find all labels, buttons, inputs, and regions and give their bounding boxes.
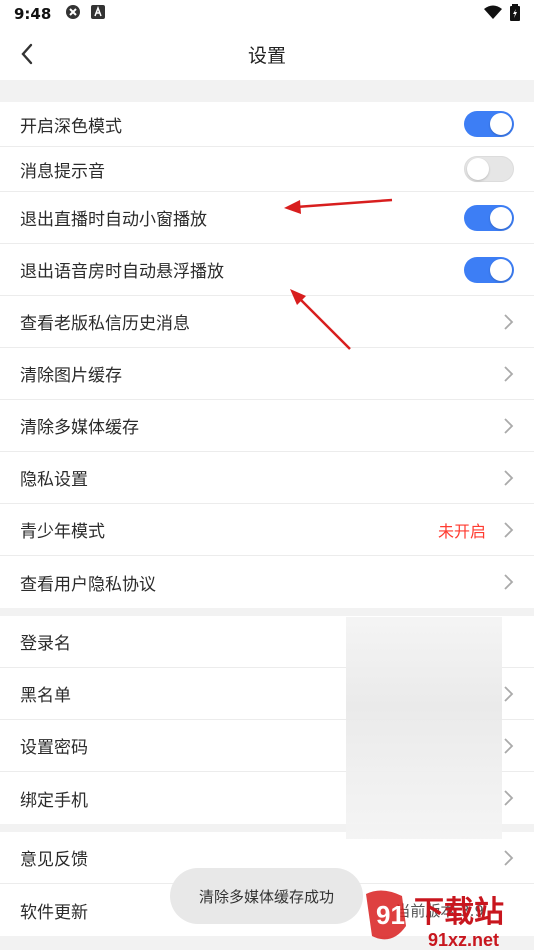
row-label: 清除多媒体缓存	[20, 418, 139, 438]
chevron-right-icon	[504, 365, 514, 382]
toggle-knob	[467, 158, 489, 180]
row-label: 查看老版私信历史消息	[20, 314, 190, 334]
a-status-icon	[91, 5, 106, 23]
section-gap	[0, 80, 534, 102]
notification-sound-toggle[interactable]	[464, 156, 514, 182]
row-label: 清除图片缓存	[20, 366, 122, 386]
notification-sound-row[interactable]: 消息提示音	[0, 147, 534, 192]
row-label: 消息提示音	[20, 161, 105, 182]
app-status-icon	[65, 4, 81, 24]
blurred-region	[346, 617, 502, 839]
row-label: 查看用户隐私协议	[20, 574, 156, 595]
status-time: 9:48	[14, 5, 52, 23]
chevron-right-icon	[504, 790, 514, 806]
row-label: 开启深色模式	[20, 116, 122, 137]
privacy-settings-row[interactable]: 隐私设置	[0, 452, 534, 504]
row-label: 隐私设置	[20, 470, 88, 490]
toggle-knob	[490, 206, 512, 229]
teen-mode-row[interactable]: 青少年模式 未开启	[0, 504, 534, 556]
battery-icon	[510, 3, 520, 25]
dark-mode-row[interactable]: 开启深色模式	[0, 102, 534, 147]
clear-image-cache-row[interactable]: 清除图片缓存	[0, 348, 534, 400]
old-messages-row[interactable]: 查看老版私信历史消息	[0, 296, 534, 348]
chevron-right-icon	[504, 469, 514, 486]
row-label: 退出直播时自动小窗播放	[20, 210, 207, 230]
chevron-right-icon	[504, 313, 514, 330]
back-icon[interactable]	[14, 40, 42, 68]
dark-mode-toggle[interactable]	[464, 111, 514, 137]
chevron-right-icon	[504, 521, 514, 538]
settings-section-general: 开启深色模式 消息提示音 退出直播时自动小窗播放 退出语音房时自动悬浮播放 查看…	[0, 102, 534, 608]
section-gap	[0, 608, 534, 616]
svg-text:91: 91	[376, 900, 405, 930]
row-label: 退出语音房时自动悬浮播放	[20, 262, 224, 282]
clear-media-cache-row[interactable]: 清除多媒体缓存	[0, 400, 534, 452]
voiceroom-float-row[interactable]: 退出语音房时自动悬浮播放	[0, 244, 534, 296]
live-miniwindow-row[interactable]: 退出直播时自动小窗播放	[0, 192, 534, 244]
watermark-site: 91xz.net	[428, 930, 499, 950]
chevron-right-icon	[504, 685, 514, 702]
toggle-knob	[490, 258, 512, 281]
wifi-icon	[484, 5, 502, 23]
row-label: 意见反馈	[20, 850, 88, 870]
toggle-knob	[490, 113, 512, 135]
row-label: 青少年模式	[20, 522, 105, 542]
privacy-policy-row[interactable]: 查看用户隐私协议	[0, 556, 534, 608]
toast-message: 清除多媒体缓存成功	[170, 868, 363, 924]
toast-text: 清除多媒体缓存成功	[198, 887, 334, 906]
chevron-right-icon	[504, 737, 514, 754]
teen-mode-status: 未开启	[437, 521, 486, 541]
chevron-right-icon	[504, 417, 514, 434]
chevron-right-icon	[504, 849, 514, 866]
page-title: 设置	[247, 44, 286, 67]
status-bar: 9:48	[0, 0, 534, 28]
live-miniwindow-toggle[interactable]	[464, 204, 514, 231]
watermark-brand: 下载站	[414, 895, 504, 930]
voiceroom-float-toggle[interactable]	[464, 256, 514, 283]
chevron-right-icon	[504, 574, 514, 590]
watermark-logo: 91 下载站 91xz.net	[366, 890, 504, 950]
page-header: 设置	[0, 28, 534, 80]
